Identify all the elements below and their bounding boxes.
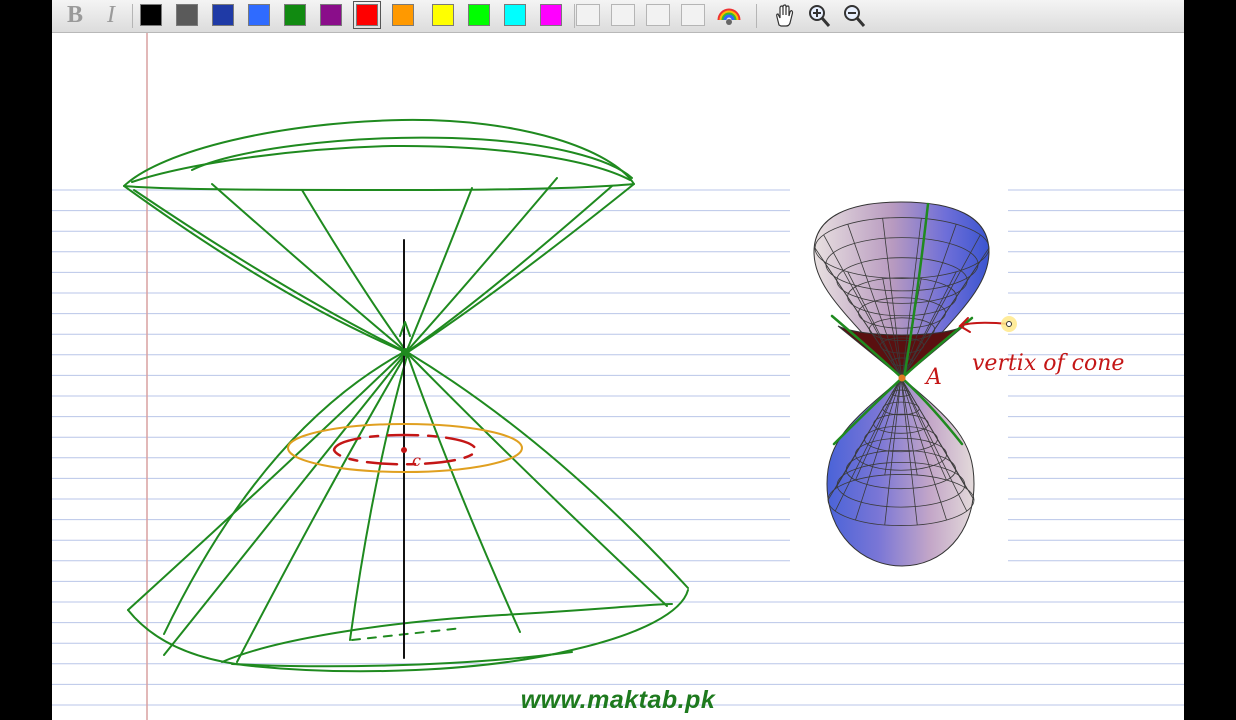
custom-color-slot[interactable] <box>681 4 705 26</box>
vertex-label: A <box>924 365 942 390</box>
toolbar-separator <box>574 4 575 28</box>
color-swatch-magenta[interactable] <box>540 4 562 26</box>
color-swatch-gray[interactable] <box>176 4 198 26</box>
color-swatch-orange[interactable] <box>392 4 414 26</box>
vertex-point <box>898 374 906 382</box>
color-swatch-blue[interactable] <box>248 4 270 26</box>
vertex-annotation: vertix of cone <box>972 351 1124 376</box>
toolbar-separator <box>132 4 133 28</box>
color-swatch-purple[interactable] <box>320 4 342 26</box>
color-swatch-lime[interactable] <box>468 4 490 26</box>
color-palette-icon[interactable] <box>716 3 742 29</box>
custom-color-slot[interactable] <box>611 4 635 26</box>
whiteboard-page: c A vertix of cone B I www.maktab.pk <box>52 0 1184 720</box>
zoom-in-icon[interactable] <box>806 3 832 29</box>
custom-color-slot[interactable] <box>576 4 600 26</box>
bold-button[interactable]: B <box>64 2 86 28</box>
custom-color-slot[interactable] <box>646 4 670 26</box>
color-swatch-yellow[interactable] <box>432 4 454 26</box>
zoom-out-icon[interactable] <box>841 3 867 29</box>
color-swatch-cyan[interactable] <box>504 4 526 26</box>
color-swatch-black[interactable] <box>140 4 162 26</box>
hand-tool-icon[interactable] <box>771 3 797 29</box>
watermark: www.maktab.pk <box>520 686 716 714</box>
italic-button[interactable]: I <box>100 2 122 28</box>
toolbar-separator <box>756 4 757 28</box>
drawing-toolbar: B I <box>52 0 1184 33</box>
color-swatch-navy[interactable] <box>212 4 234 26</box>
color-swatch-red[interactable] <box>353 1 381 29</box>
cone-3d-rendering: A vertix of cone <box>813 201 1124 567</box>
color-swatch-green[interactable] <box>284 4 306 26</box>
